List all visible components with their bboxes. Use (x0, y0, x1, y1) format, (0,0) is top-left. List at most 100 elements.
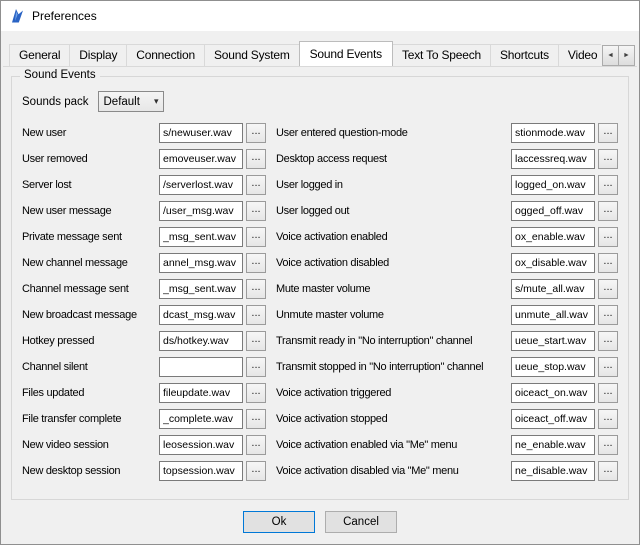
sound-file-input[interactable] (511, 461, 595, 481)
sound-event-label: Transmit stopped in "No interruption" ch… (276, 361, 511, 373)
tab-sound-system[interactable]: Sound System (204, 44, 300, 66)
titlebar: Preferences (1, 1, 639, 31)
browse-button[interactable]: ... (598, 123, 618, 143)
browse-button[interactable]: ... (246, 279, 266, 299)
sounds-pack-label: Sounds pack (22, 96, 89, 108)
sound-event-label: Server lost (22, 179, 159, 191)
sound-event-row: Unmute master volume... (276, 302, 618, 328)
sound-file-input[interactable] (511, 305, 595, 325)
tab-sound-events[interactable]: Sound Events (299, 41, 393, 66)
browse-button[interactable]: ... (598, 409, 618, 429)
sound-file-input[interactable] (511, 201, 595, 221)
sound-event-row: File transfer complete... (22, 406, 266, 432)
sounds-pack-select[interactable]: Default ▾ (98, 91, 164, 112)
browse-button[interactable]: ... (246, 253, 266, 273)
browse-button[interactable]: ... (246, 149, 266, 169)
sound-file-input[interactable] (159, 383, 243, 403)
sound-event-row: New video session... (22, 432, 266, 458)
browse-button[interactable]: ... (246, 331, 266, 351)
tab-shortcuts[interactable]: Shortcuts (490, 44, 559, 66)
browse-button[interactable]: ... (598, 175, 618, 195)
sound-file-input[interactable] (159, 331, 243, 351)
sound-file-input[interactable] (159, 305, 243, 325)
sound-file-input[interactable] (511, 149, 595, 169)
browse-button[interactable]: ... (598, 201, 618, 221)
cancel-button[interactable]: Cancel (325, 511, 397, 533)
browse-button[interactable]: ... (598, 357, 618, 377)
sound-file-input[interactable] (511, 123, 595, 143)
sound-event-row: New user... (22, 120, 266, 146)
sound-event-label: New user message (22, 205, 159, 217)
sound-file-input[interactable] (511, 253, 595, 273)
sound-event-row: Voice activation triggered... (276, 380, 618, 406)
tab-scroll-right-button[interactable]: ► (618, 45, 635, 66)
tab-display[interactable]: Display (69, 44, 127, 66)
browse-button[interactable]: ... (246, 201, 266, 221)
sound-event-label: New video session (22, 439, 159, 451)
sound-file-input[interactable] (511, 409, 595, 429)
browse-button[interactable]: ... (598, 253, 618, 273)
browse-button[interactable]: ... (246, 383, 266, 403)
sound-file-input[interactable] (159, 175, 243, 195)
browse-button[interactable]: ... (246, 461, 266, 481)
sound-file-input[interactable] (511, 331, 595, 351)
sound-file-input[interactable] (159, 253, 243, 273)
sound-event-label: Voice activation triggered (276, 387, 511, 399)
browse-button[interactable]: ... (246, 357, 266, 377)
browse-button[interactable]: ... (246, 123, 266, 143)
sound-event-row: User removed... (22, 146, 266, 172)
sound-file-input[interactable] (159, 227, 243, 247)
sound-file-input[interactable] (159, 201, 243, 221)
tab-text-to-speech[interactable]: Text To Speech (392, 44, 491, 66)
sound-event-label: Mute master volume (276, 283, 511, 295)
sound-file-input[interactable] (159, 149, 243, 169)
ok-button[interactable]: Ok (243, 511, 315, 533)
sound-event-label: Desktop access request (276, 153, 511, 165)
sound-file-input[interactable] (511, 279, 595, 299)
sound-event-label: User logged in (276, 179, 511, 191)
browse-button[interactable]: ... (598, 279, 618, 299)
browse-button[interactable]: ... (598, 331, 618, 351)
browse-button[interactable]: ... (598, 227, 618, 247)
browse-button[interactable]: ... (246, 227, 266, 247)
sound-file-input[interactable] (159, 279, 243, 299)
sound-file-input[interactable] (159, 409, 243, 429)
sound-file-input[interactable] (511, 383, 595, 403)
browse-button[interactable]: ... (598, 383, 618, 403)
browse-button[interactable]: ... (246, 305, 266, 325)
browse-button[interactable]: ... (246, 409, 266, 429)
sound-file-input[interactable] (159, 123, 243, 143)
sound-file-input[interactable] (159, 357, 243, 377)
tab-video[interactable]: Video (558, 44, 601, 66)
sound-file-input[interactable] (511, 357, 595, 377)
browse-button[interactable]: ... (598, 435, 618, 455)
sound-event-row: Hotkey pressed... (22, 328, 266, 354)
browse-button[interactable]: ... (598, 305, 618, 325)
group-title: Sound Events (20, 69, 100, 81)
browse-button[interactable]: ... (246, 435, 266, 455)
dialog-footer: Ok Cancel (1, 511, 639, 533)
browse-button[interactable]: ... (598, 461, 618, 481)
sound-event-row: User logged out... (276, 198, 618, 224)
tab-connection[interactable]: Connection (126, 44, 205, 66)
sound-event-row: Voice activation stopped... (276, 406, 618, 432)
sound-event-label: New channel message (22, 257, 159, 269)
tab-bar: GeneralDisplayConnectionSound SystemSoun… (3, 41, 637, 67)
sound-file-input[interactable] (159, 461, 243, 481)
sound-event-label: Voice activation disabled via "Me" menu (276, 465, 511, 477)
tab-general[interactable]: General (9, 44, 70, 66)
sound-file-input[interactable] (511, 435, 595, 455)
browse-button[interactable]: ... (246, 175, 266, 195)
sound-event-label: File transfer complete (22, 413, 159, 425)
sound-file-input[interactable] (511, 175, 595, 195)
sound-event-row: Voice activation disabled... (276, 250, 618, 276)
sound-file-input[interactable] (511, 227, 595, 247)
sound-event-row: Transmit stopped in "No interruption" ch… (276, 354, 618, 380)
sound-event-label: Voice activation enabled (276, 231, 511, 243)
sound-event-label: Voice activation enabled via "Me" menu (276, 439, 511, 451)
browse-button[interactable]: ... (598, 149, 618, 169)
sound-event-row: New desktop session... (22, 458, 266, 484)
sound-event-row: Voice activation disabled via "Me" menu.… (276, 458, 618, 484)
tab-scroll-left-button[interactable]: ◄ (602, 45, 619, 66)
sound-file-input[interactable] (159, 435, 243, 455)
